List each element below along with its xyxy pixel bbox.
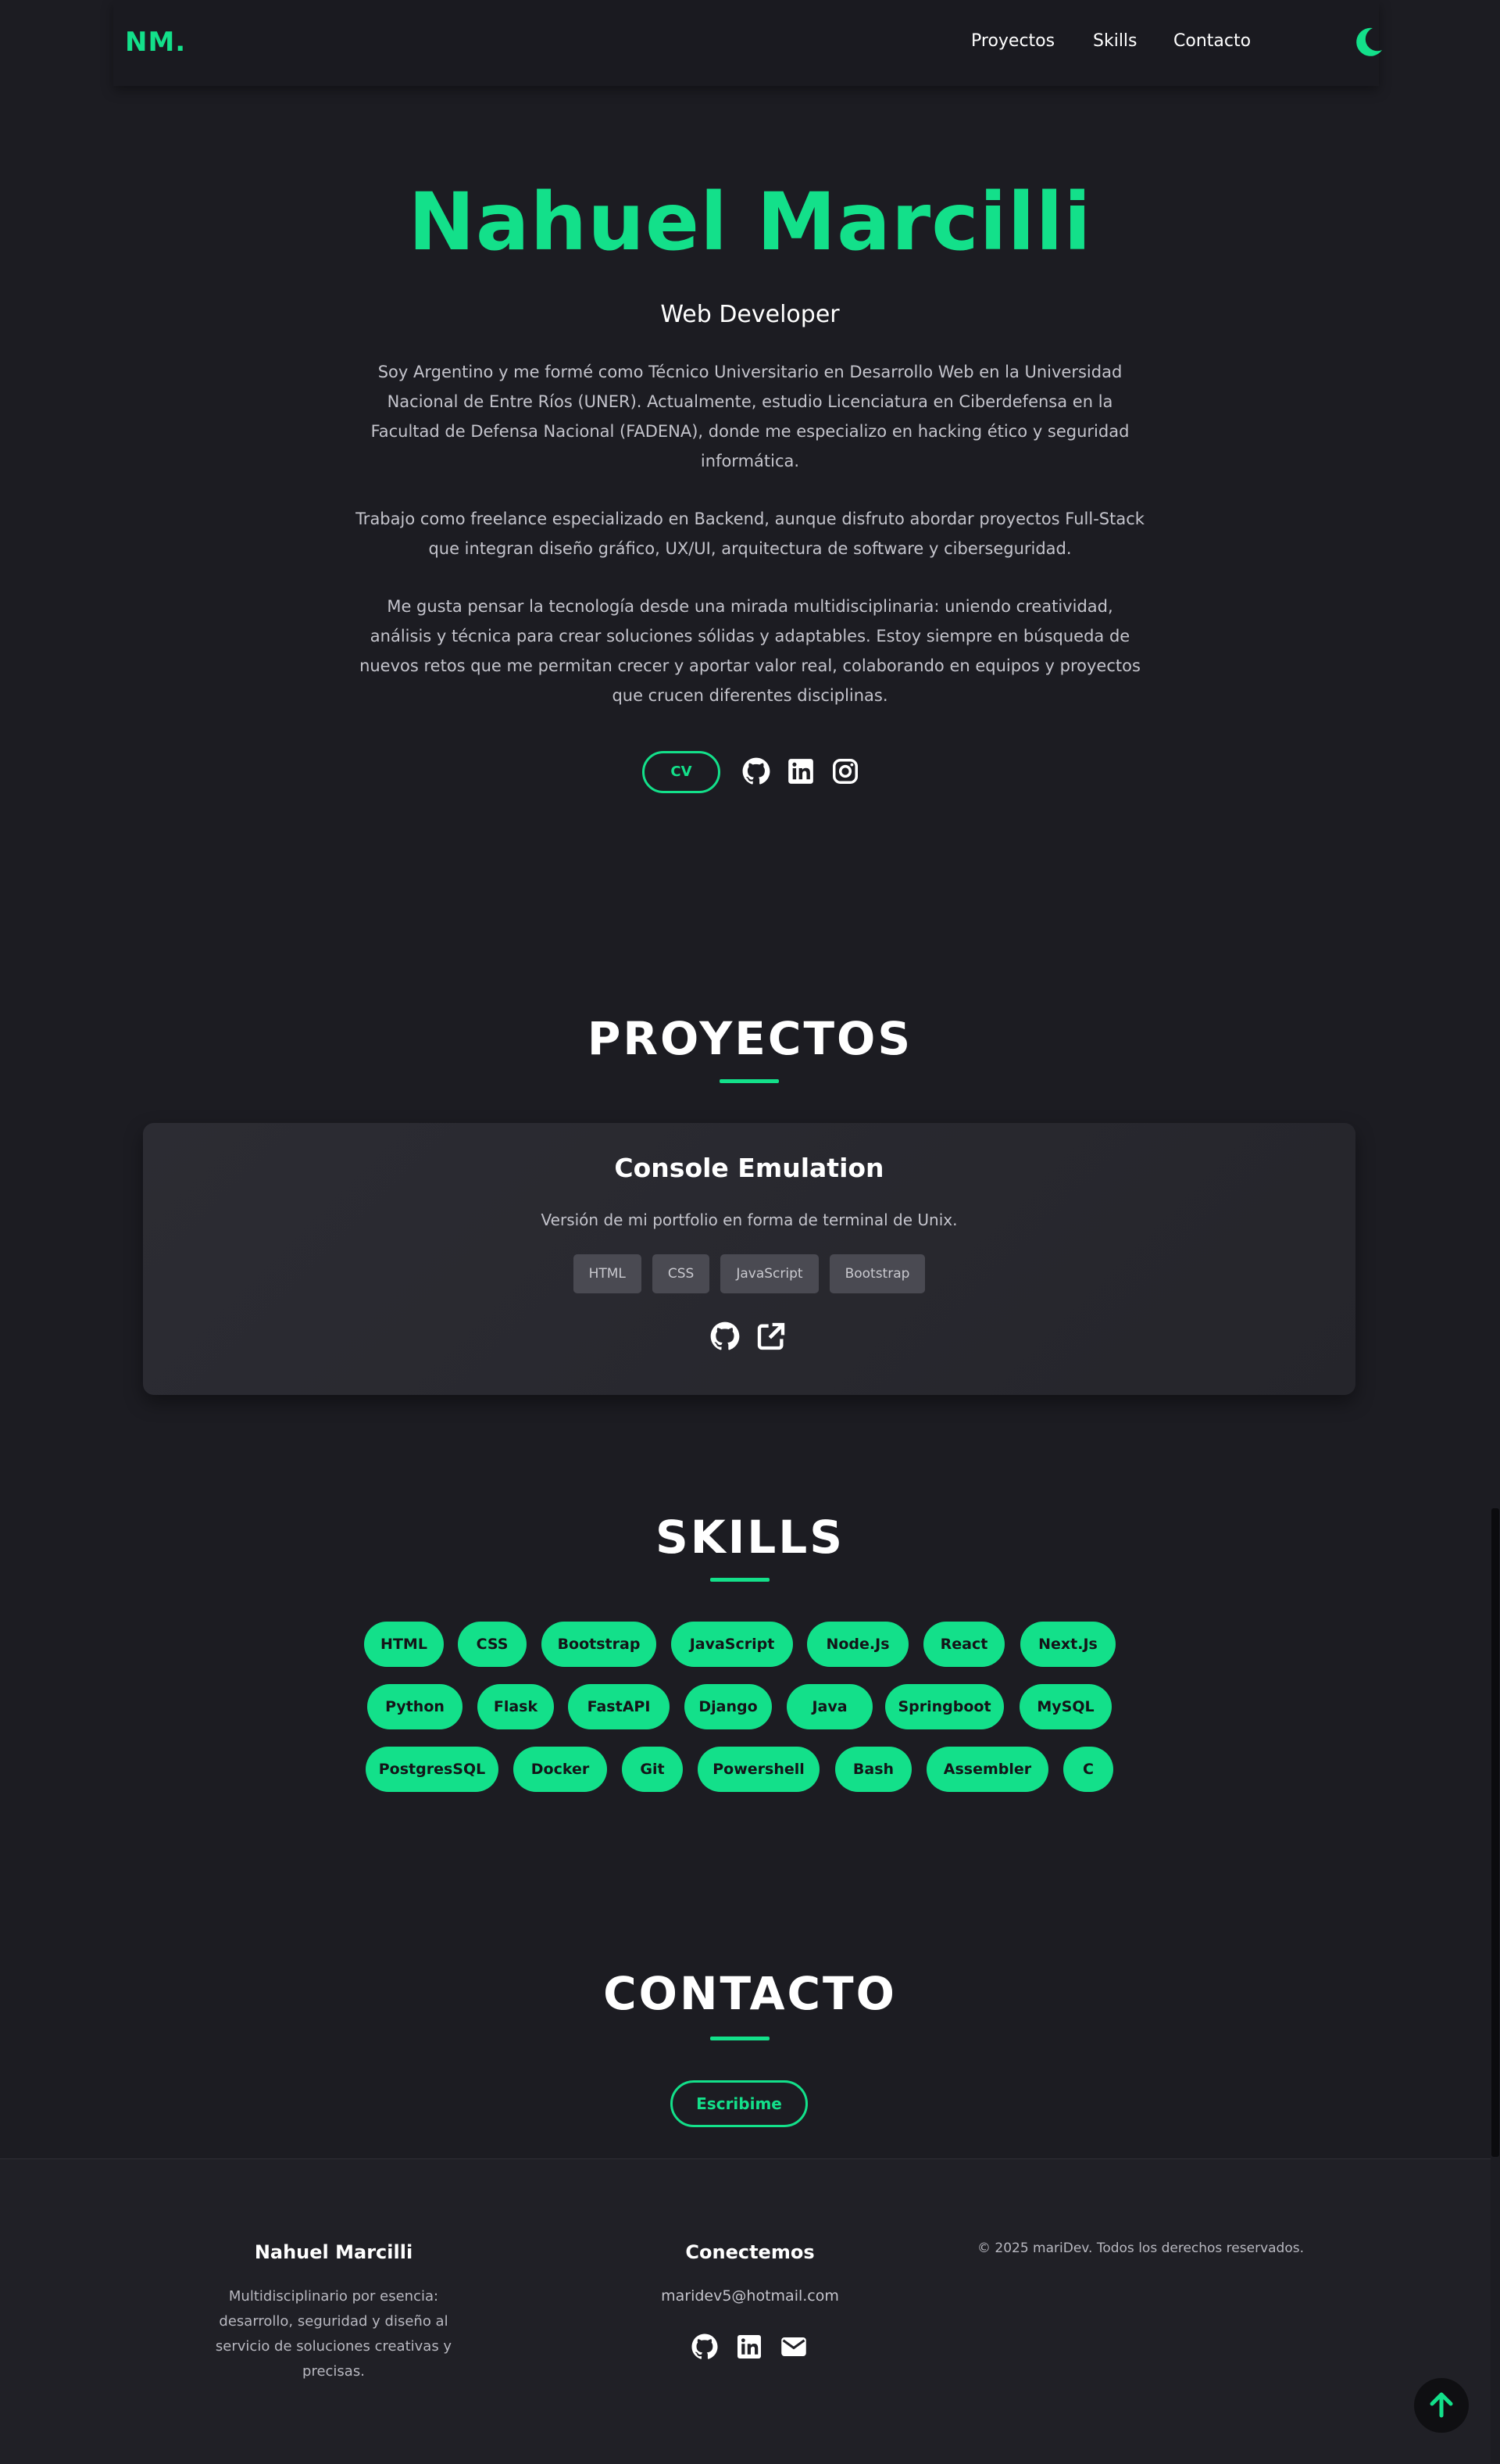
hero-name: Nahuel Marcilli [408,176,1092,269]
project-tag: JavaScript [720,1254,819,1293]
github-icon [691,2333,718,2359]
projects-section-title: PROYECTOS [587,1012,913,1065]
skill-pill: Next.Js [1020,1622,1116,1667]
skill-pill: Assembler [927,1747,1048,1792]
footer-about: Multidisciplinario por esencia: desarrol… [215,2288,452,2380]
linkedin-link[interactable] [786,756,816,786]
contact-underline [710,2037,770,2040]
logo[interactable]: NM. [125,27,186,58]
hero-paragraph-1: Soy Argentino y me formé como Técnico Un… [370,363,1130,470]
skill-pill: Powershell [698,1747,820,1792]
footer-name: Nahuel Marcilli [254,2241,413,2263]
skill-pill: Java [787,1684,873,1729]
linkedin-icon [788,759,813,784]
footer-copyright: © 2025 mariDev. Todos los derechos reser… [977,2240,1304,2256]
skill-pill: HTML [364,1622,444,1667]
instagram-icon [833,759,858,784]
external-link-icon [757,1322,785,1350]
scroll-to-top-button[interactable] [1414,2378,1469,2433]
skill-pill: Springboot [885,1684,1004,1729]
project-title: Console Emulation [614,1153,884,1183]
project-github-link[interactable] [709,1321,741,1352]
navbar: NM. Proyectos Skills Contacto [113,0,1382,86]
project-card: Console Emulation Versión de mi portfoli… [143,1123,1355,1395]
skill-pill: PostgresSQL [366,1747,498,1792]
project-description: Versión de mi portfolio en forma de term… [541,1211,958,1229]
project-tag: CSS [652,1254,710,1293]
project-tag: HTML [573,1254,641,1293]
github-icon [710,1321,740,1350]
skill-pill: Flask [477,1684,554,1729]
linkedin-icon [738,2335,761,2359]
footer-email[interactable]: maridev5@hotmail.com [594,2287,906,2305]
skill-pill: Bootstrap [541,1622,656,1667]
github-link[interactable] [741,756,771,786]
mail-icon [781,2337,806,2356]
instagram-link[interactable] [830,756,860,786]
footer: Nahuel Marcilli Multidisciplinario por e… [0,2158,1500,2464]
skills-section-title: SKILLS [655,1511,845,1564]
skills-underline [710,1578,770,1582]
skill-pill: Python [367,1684,462,1729]
hero-role: Web Developer [660,301,840,328]
nav-link-skills[interactable]: Skills [1093,31,1138,51]
skill-pill: Node.Js [807,1622,909,1667]
cv-button[interactable]: CV [642,751,720,793]
nav-link-proyectos[interactable]: Proyectos [971,31,1055,51]
project-tag: Bootstrap [829,1254,926,1293]
footer-linkedin-link[interactable] [735,2333,763,2361]
moon-icon [1356,27,1382,56]
hero-paragraph-2: Trabajo como freelance especializado en … [355,510,1145,558]
project-tags: HTML CSS JavaScript Bootstrap [143,1254,1355,1293]
project-live-link[interactable] [755,1321,787,1352]
skill-pill: Django [684,1684,772,1729]
scrollbar-thumb[interactable] [1491,1508,1499,2157]
footer-github-link[interactable] [691,2333,719,2361]
hero-paragraph-3: Me gusta pensar la tecnología desde una … [359,597,1141,705]
theme-toggle-button[interactable] [1349,23,1387,61]
skill-pill: React [923,1622,1005,1667]
projects-underline [720,1079,779,1083]
skill-pill: Bash [835,1747,912,1792]
skill-pill: C [1063,1747,1113,1792]
footer-mail-link[interactable] [780,2333,808,2361]
github-icon [742,757,770,785]
skill-pill: Git [622,1747,683,1792]
write-me-button[interactable]: Escribime [670,2080,808,2127]
skill-pill: FastAPI [568,1684,670,1729]
footer-connect-title: Conectemos [685,2241,815,2263]
skill-pill: Docker [513,1747,607,1792]
skill-pill: JavaScript [671,1622,793,1667]
contact-section-title: CONTACTO [603,1967,897,2020]
skill-pill: CSS [458,1622,527,1667]
skill-pill: MySQL [1020,1684,1112,1729]
arrow-up-icon [1430,2392,1453,2418]
nav-link-contacto[interactable]: Contacto [1173,31,1251,51]
